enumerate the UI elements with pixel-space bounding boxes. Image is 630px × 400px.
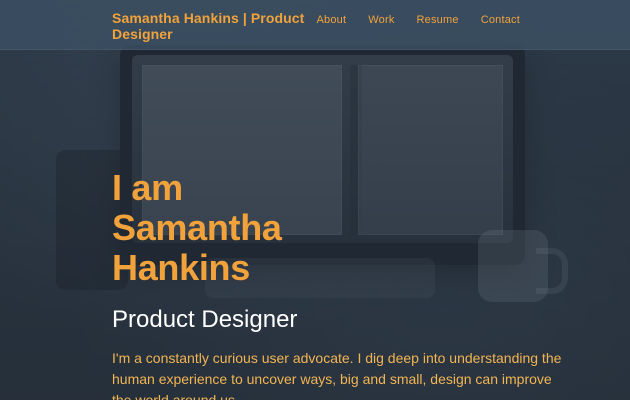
hero-title-line-2: Samantha <box>112 207 282 248</box>
hero-content: I am Samantha Hankins Product Designer I… <box>112 168 582 400</box>
hero-title: I am Samantha Hankins <box>112 168 582 288</box>
hero-blurb: I'm a constantly curious user advocate. … <box>112 350 562 400</box>
nav-contact-link[interactable]: Contact <box>481 13 520 27</box>
hero-role: Product Designer <box>112 306 298 333</box>
hero-title-line-3: Hankins <box>112 247 250 288</box>
top-navigation-bar: Samantha Hankins | Product Designer Abou… <box>0 0 630 50</box>
hero-title-line-1: I am <box>112 167 183 208</box>
site-brand-link[interactable]: Samantha Hankins | Product Designer <box>112 10 322 42</box>
nav-resume-link[interactable]: Resume <box>417 13 459 27</box>
main-nav: About Work Resume Contact <box>317 13 521 27</box>
nav-work-link[interactable]: Work <box>368 13 394 27</box>
nav-about-link[interactable]: About <box>317 13 347 27</box>
